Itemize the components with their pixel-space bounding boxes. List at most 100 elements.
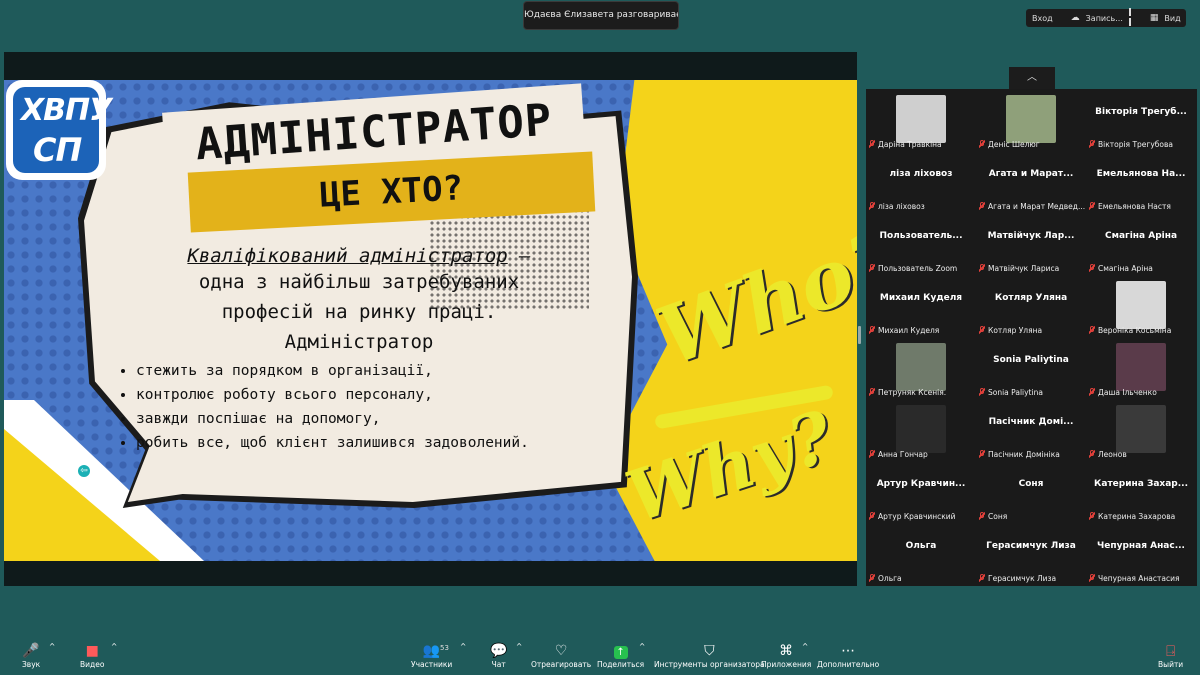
participant-display-name: Смагіна Аріна	[1104, 231, 1178, 241]
mic-muted-icon	[1089, 512, 1095, 520]
participant-display-name: Вікторія Трегуб...	[1095, 107, 1187, 117]
participant-tile[interactable]: Пользователь... Пользователь Zoom	[866, 213, 976, 275]
share-options-caret[interactable]: ^	[639, 642, 645, 651]
grid-icon: ▦	[1149, 13, 1159, 23]
participant-label-text: Ольга	[878, 574, 902, 583]
speaking-indicator: Юдаєва Єлизавета разговаривает...	[523, 1, 679, 30]
apps-label: Приложения	[761, 660, 812, 669]
lead-dash: –	[507, 245, 531, 267]
participant-name-label: Матвійчук Лариса	[979, 263, 1085, 275]
leave-label: Выйти	[1158, 660, 1184, 669]
participant-label-text: Вероніка Косьміна	[1098, 326, 1172, 335]
participant-tile[interactable]: Ольга Ольга	[866, 523, 976, 585]
participant-tile[interactable]: Емельянова На... Емельянова Настя	[1086, 151, 1196, 213]
more-button[interactable]: ⋯ Дополнительно	[817, 642, 879, 669]
mic-muted-icon	[1089, 388, 1095, 396]
mic-muted-icon	[869, 450, 875, 458]
video-button[interactable]: ■ Видео	[80, 642, 104, 669]
participant-display-name: ліза ліховоз	[889, 169, 953, 179]
participant-tile[interactable]: Михаил Куделя Михаил Куделя	[866, 275, 976, 337]
mic-muted-icon	[979, 512, 985, 520]
top-right-controls: Вход ☁ Запись... ▦ Вид	[1026, 8, 1186, 28]
split-handle[interactable]	[858, 326, 861, 344]
participant-display-name: Матвійчук Лар...	[987, 231, 1075, 241]
participant-name-label: Деніс Шелюг	[979, 139, 1085, 151]
record-label[interactable]: Запись...	[1086, 14, 1123, 23]
logo-badge: ХВПУ СП	[13, 87, 112, 173]
participant-tile[interactable]: Артур Кравчин... Артур Кравчинский	[866, 461, 976, 523]
mic-muted-icon	[1089, 326, 1095, 334]
participant-display-name: Котляр Уляна	[994, 293, 1068, 303]
more-icon: ⋯	[841, 643, 856, 659]
participant-tile[interactable]: Вероніка Косьміна	[1086, 275, 1196, 337]
participant-label-text: Пользователь Zoom	[878, 264, 958, 273]
mic-muted-icon	[869, 388, 875, 396]
participant-label-text: Котляр Уляна	[988, 326, 1043, 335]
participant-tile[interactable]: Агата и Марат... Агата и Марат Медвед...	[976, 151, 1086, 213]
participant-display-name: Артур Кравчин...	[876, 479, 966, 489]
participant-tile[interactable]: Катерина Захар... Катерина Захарова	[1086, 461, 1196, 523]
mic-muted-icon	[1089, 140, 1095, 148]
participant-name-label: Михаил Куделя	[869, 325, 975, 337]
participant-display-name: Катерина Захар...	[1094, 479, 1188, 489]
mic-muted-icon	[979, 574, 985, 582]
duties-list: стежить за порядком в організації, контр…	[114, 359, 594, 455]
duty-item: стежить за порядком в організації,	[136, 359, 594, 383]
chat-button[interactable]: 💬 Чат	[490, 642, 507, 669]
participant-tile[interactable]: ліза ліховоз ліза ліховоз	[866, 151, 976, 213]
audio-button[interactable]: 🎤 Звук	[22, 642, 40, 669]
leave-button[interactable]: ⍈ Выйти	[1158, 642, 1183, 669]
participant-tile[interactable]: Соня Соня	[976, 461, 1086, 523]
participants-options-caret[interactable]: ^	[460, 642, 466, 651]
participant-label-text: Матвійчук Лариса	[988, 264, 1060, 273]
remote-cursor-icon: ⇦	[78, 465, 90, 477]
participant-tile[interactable]: Sonia Paliytina Sonia Paliytina	[976, 337, 1086, 399]
view-label[interactable]: Вид	[1164, 14, 1180, 23]
participant-tile[interactable]: Анна Гончар	[866, 399, 976, 461]
audio-options-caret[interactable]: ^	[49, 642, 55, 651]
apps-options-caret[interactable]: ^	[802, 642, 808, 651]
mic-muted-icon	[1089, 574, 1095, 582]
participant-tile[interactable]: Пасічник Домі... Пасічник Домініка	[976, 399, 1086, 461]
logo-line-1: ХВПУ	[21, 93, 112, 128]
college-logo: ХВПУ СП	[6, 80, 112, 180]
participant-display-name: Герасимчук Лиза	[986, 541, 1076, 551]
react-button[interactable]: ♡ Отреагировать	[531, 642, 591, 669]
participant-name-label: Ольга	[869, 573, 975, 585]
participant-tile[interactable]: Петруняк Ксенія.	[866, 337, 976, 399]
chat-options-caret[interactable]: ^	[516, 642, 522, 651]
participant-tile[interactable]: Чепурная Анас... Чепурная Анастасия	[1086, 523, 1196, 585]
participant-label-text: Смагіна Аріна	[1098, 264, 1153, 273]
participant-name-label: Смагіна Аріна	[1089, 263, 1195, 275]
participant-name-label: Агата и Марат Медвед...	[979, 201, 1085, 213]
participant-tile[interactable]: Даріна Травкіна	[866, 89, 976, 151]
participant-name-label: Даріна Травкіна	[869, 139, 975, 151]
participant-tile[interactable]: Матвійчук Лар... Матвійчук Лариса	[976, 213, 1086, 275]
more-label: Дополнительно	[817, 660, 880, 669]
collapse-gallery-button[interactable]: ︿	[1009, 67, 1055, 89]
participant-tile[interactable]: Даша Ільченко	[1086, 337, 1196, 399]
participant-tile[interactable]: Вікторія Трегуб... Вікторія Трегубова	[1086, 89, 1196, 151]
participant-label-text: ліза ліховоз	[878, 202, 925, 211]
participant-name-label: Герасимчук Лиза	[979, 573, 1085, 585]
participant-tile[interactable]: Леонов	[1086, 399, 1196, 461]
participant-tile[interactable]: Смагіна Аріна Смагіна Аріна	[1086, 213, 1196, 275]
pause-icon[interactable]	[1128, 8, 1132, 28]
host-tools-button[interactable]: ⛉ Инструменты организатора	[654, 642, 765, 669]
participant-label-text: Леонов	[1098, 450, 1127, 459]
mic-muted-icon	[869, 574, 875, 582]
mic-muted-icon	[979, 140, 985, 148]
enter-label[interactable]: Вход	[1032, 14, 1053, 23]
participant-name-label: Леонов	[1089, 449, 1195, 461]
video-options-caret[interactable]: ^	[111, 642, 117, 651]
participant-tile[interactable]: Деніс Шелюг	[976, 89, 1086, 151]
participant-name-label: Анна Гончар	[869, 449, 975, 461]
participant-tile[interactable]: Котляр Уляна Котляр Уляна	[976, 275, 1086, 337]
participant-avatar	[1006, 95, 1056, 143]
mic-muted-icon	[1089, 202, 1095, 210]
share-label: Поделиться	[597, 660, 645, 669]
participant-name-label: Пользователь Zoom	[869, 263, 975, 275]
chat-label: Чат	[491, 660, 506, 669]
participant-tile[interactable]: Герасимчук Лиза Герасимчук Лиза	[976, 523, 1086, 585]
share-button[interactable]: ↑ Поделиться	[597, 642, 644, 669]
